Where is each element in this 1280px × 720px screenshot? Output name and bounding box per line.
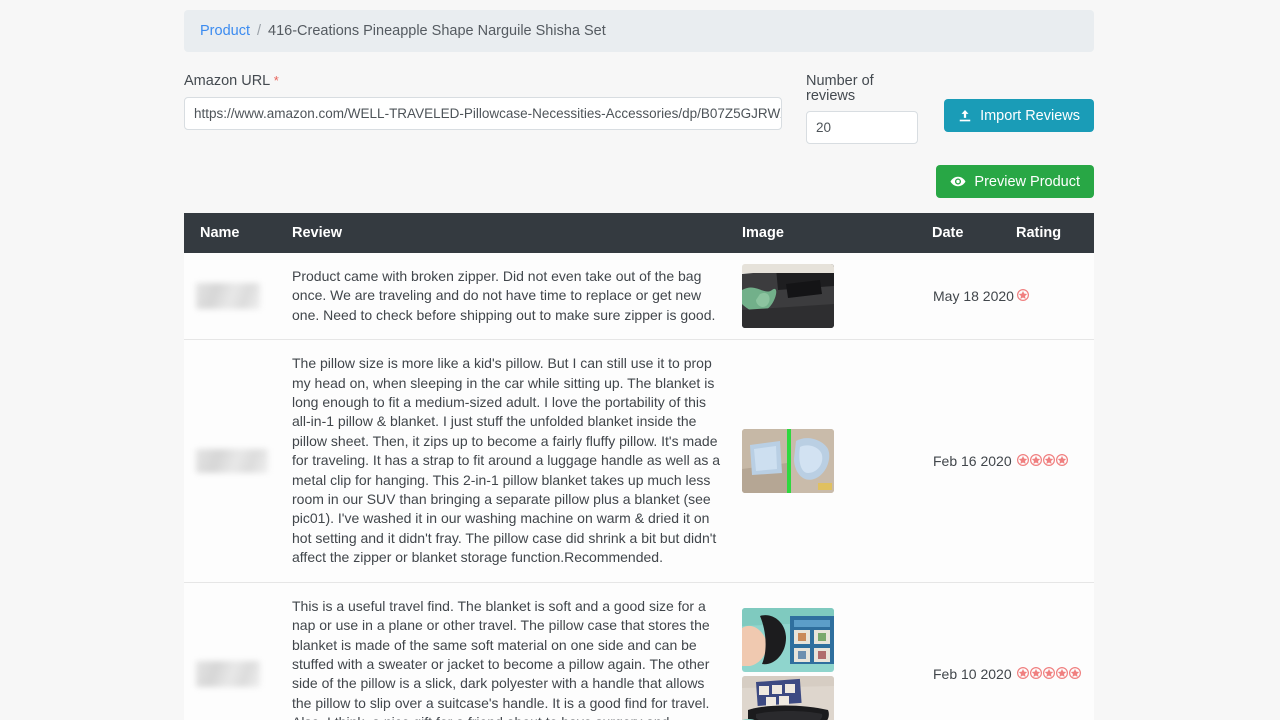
table-header-row: Name Review Image Date Rating [184,213,1094,253]
review-thumbnail[interactable] [742,676,834,720]
star-icon [1069,667,1081,680]
breadcrumb-separator: / [256,23,262,39]
reviews-table-head: Name Review Image Date Rating [184,213,1094,253]
star-icon [1056,667,1068,680]
star-icon [1043,667,1055,680]
number-of-reviews-label: Number of reviews [806,73,874,104]
rating-stars [1017,453,1068,466]
review-author-cell [184,582,292,720]
star-icon [1017,289,1029,302]
preview-product-button[interactable]: Preview Product [936,165,1094,198]
eye-icon [950,175,966,188]
review-text-cell: The pillow size is more like a kid's pil… [292,339,742,583]
column-header-review[interactable]: Review [292,213,742,253]
reviews-table: Name Review Image Date Rating Product ca… [184,213,1094,720]
column-header-rating[interactable]: Rating [1016,213,1094,253]
table-row: This is a useful travel find. The blanke… [184,582,1094,720]
number-of-reviews-field-group: Number of reviews 20 [806,73,919,144]
review-thumbnail[interactable] [742,264,834,329]
required-asterisk: * [273,73,279,88]
table-row: Product came with broken zipper. Did not… [184,253,1094,341]
rating-stars [1017,289,1029,302]
import-action-group: Import Reviews [944,74,1094,132]
page-root: Product / 416-Creations Pineapple Shape … [0,0,1280,720]
redacted-author-name [196,283,260,310]
review-rating-cell [1016,339,1094,583]
redacted-author-name [196,661,260,688]
reviews-table-body: Product came with broken zipper. Did not… [184,253,1094,720]
import-reviews-button-label: Import Reviews [980,107,1080,124]
import-reviews-button[interactable]: Import Reviews [944,99,1094,132]
number-of-reviews-input[interactable]: 20 [806,111,919,144]
amazon-url-label-text: Amazon URL [184,73,270,89]
review-date-cell: Feb 16 2020 [932,339,1016,583]
star-icon [1017,453,1029,466]
column-header-date[interactable]: Date [932,213,1016,253]
star-icon [1030,667,1042,680]
star-icon [1043,453,1055,466]
import-form: Amazon URL * https://www.amazon.com/WELL… [184,74,1094,144]
column-header-image[interactable]: Image [742,213,932,253]
content-container: Product / 416-Creations Pineapple Shape … [184,0,1094,720]
rating-stars [1017,667,1081,680]
table-row: The pillow size is more like a kid's pil… [184,339,1094,583]
review-date-cell: May 18 2020 [932,253,1016,341]
amazon-url-field-group: Amazon URL * https://www.amazon.com/WELL… [184,74,782,130]
review-rating-cell [1016,582,1094,720]
star-icon [1056,453,1068,466]
amazon-url-input[interactable]: https://www.amazon.com/WELL-TRAVELED-Pil… [184,96,782,130]
review-text-cell: Product came with broken zipper. Did not… [292,253,742,341]
column-header-name[interactable]: Name [184,213,292,253]
review-thumbnail[interactable] [742,608,834,673]
preview-product-button-label: Preview Product [974,173,1080,190]
upload-icon [958,109,972,123]
review-image-cell [742,253,932,341]
star-icon [1030,453,1042,466]
review-author-cell [184,339,292,583]
star-icon [1017,667,1029,680]
breadcrumb-link-product[interactable]: Product [200,23,250,39]
preview-action-row: Preview Product [184,165,1094,198]
amazon-url-label: Amazon URL * [184,74,782,89]
review-rating-cell [1016,253,1094,341]
redacted-author-name [196,448,268,473]
breadcrumb: Product / 416-Creations Pineapple Shape … [184,10,1094,52]
review-image-cell [742,339,932,583]
review-author-cell [184,253,292,341]
review-date-cell: Feb 10 2020 [932,582,1016,720]
review-thumbnail[interactable] [742,428,834,493]
review-image-cell [742,582,932,720]
breadcrumb-current-product: 416-Creations Pineapple Shape Narguile S… [268,23,606,39]
review-text-cell: This is a useful travel find. The blanke… [292,582,742,720]
